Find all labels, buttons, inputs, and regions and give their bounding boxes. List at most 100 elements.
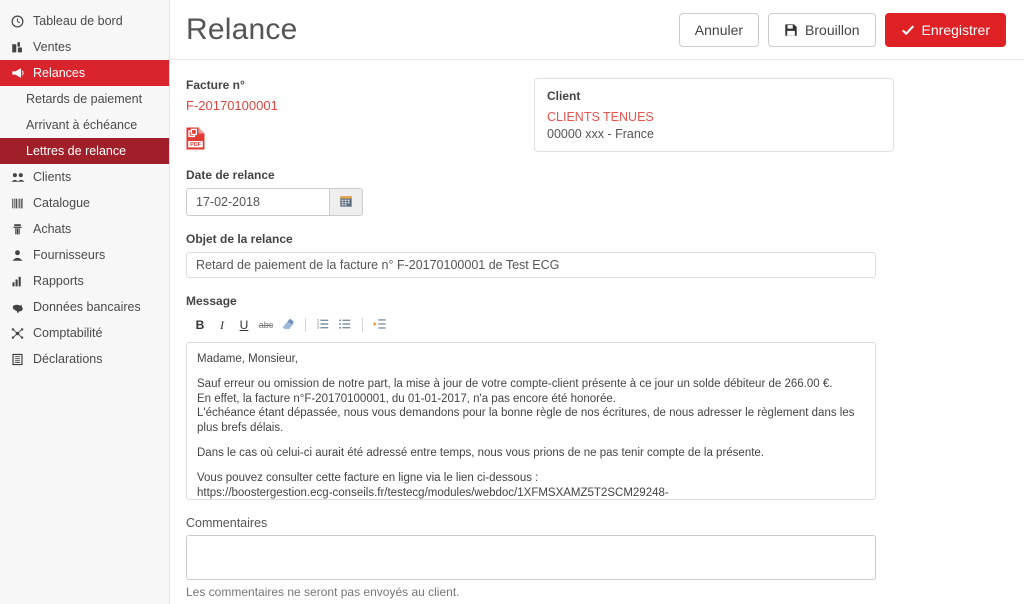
sidebar-item-catalogue[interactable]: Catalogue xyxy=(0,190,169,216)
users-icon xyxy=(10,171,25,184)
client-card-title: Client xyxy=(547,89,581,103)
sidebar-subitem-label: Lettres de relance xyxy=(26,144,127,158)
comments-hint: Les commentaires ne seront pas envoyés a… xyxy=(186,585,460,599)
cart-icon xyxy=(10,223,25,236)
megaphone-icon xyxy=(10,66,25,80)
comments-field-group: Commentaires Les commentaires ne seront … xyxy=(186,516,1006,599)
underline-button[interactable]: U xyxy=(234,315,254,335)
editor-toolbar: B I U abc 123 xyxy=(186,314,876,336)
piggy-bank-icon xyxy=(10,301,25,314)
message-label: Message xyxy=(186,294,237,308)
sitemap-icon xyxy=(10,327,25,340)
calendar-icon-button[interactable] xyxy=(330,188,363,216)
content: Facture n° F-20170100001 PDF Client CLIE… xyxy=(170,60,1024,599)
sidebar-item-tableau-de-bord[interactable]: Tableau de bord xyxy=(0,8,169,34)
message-paragraph: En effet, la facture n°F-20170100001, du… xyxy=(197,392,616,405)
pdf-file-icon[interactable]: PDF xyxy=(186,127,205,150)
date-label: Date de relance xyxy=(186,168,275,182)
date-input-group: 17-02-2018 xyxy=(186,188,363,216)
cancel-button-label: Annuler xyxy=(694,21,744,38)
sidebar-item-donnees-bancaires[interactable]: Données bancaires xyxy=(0,294,169,320)
dashboard-icon xyxy=(10,15,25,28)
sidebar-item-relances[interactable]: Relances xyxy=(0,60,169,86)
save-disk-icon xyxy=(784,23,798,37)
date-input[interactable]: 17-02-2018 xyxy=(186,188,330,216)
sidebar-item-fournisseurs[interactable]: Fournisseurs xyxy=(0,242,169,268)
sidebar-item-label: Fournisseurs xyxy=(33,248,106,262)
subject-label: Objet de la relance xyxy=(186,232,293,246)
eraser-icon xyxy=(281,317,295,334)
ordered-list-button[interactable]: 123 xyxy=(313,315,333,335)
app-root: Tableau de bord Ventes Relances Retards … xyxy=(0,0,1024,604)
sidebar-item-rapports[interactable]: Rapports xyxy=(0,268,169,294)
save-button[interactable]: Enregistrer xyxy=(884,12,1006,47)
ordered-list-icon: 123 xyxy=(316,317,330,334)
message-body[interactable]: Madame, Monsieur, Sauf erreur ou omissio… xyxy=(186,342,876,500)
sidebar-item-declarations[interactable]: Déclarations xyxy=(0,346,169,372)
sidebar-item-achats[interactable]: Achats xyxy=(0,216,169,242)
sidebar-subitem-label: Arrivant à échéance xyxy=(26,118,138,132)
subject-field-group: Objet de la relance Retard de paiement d… xyxy=(186,232,1006,278)
unordered-list-icon xyxy=(338,317,352,334)
remove-format-button[interactable] xyxy=(278,315,298,335)
message-editor: B I U abc 123 Madame, Monsieur, Sauf err… xyxy=(186,314,876,500)
strikethrough-button[interactable]: abc xyxy=(256,315,276,335)
subject-input[interactable]: Retard de paiement de la facture n° F-20… xyxy=(186,252,876,278)
indent-icon xyxy=(373,317,387,334)
client-name-link[interactable]: CLIENTS TENUES xyxy=(547,110,881,124)
top-bar: Relance Annuler Brouillon Enregistrer xyxy=(170,0,1024,60)
sidebar-item-comptabilite[interactable]: Comptabilité xyxy=(0,320,169,346)
sidebar-item-label: Catalogue xyxy=(33,196,90,210)
sidebar-item-label: Relances xyxy=(33,66,86,80)
message-paragraph: L'échéance étant dépassée, nous vous dem… xyxy=(197,407,855,434)
svg-text:PDF: PDF xyxy=(190,142,201,148)
client-address: 00000 xxx - France xyxy=(547,127,654,141)
sidebar-subitem-lettres-de-relance[interactable]: Lettres de relance xyxy=(0,138,169,164)
calendar-icon xyxy=(339,194,353,211)
top-bar-actions: Annuler Brouillon Enregistrer xyxy=(678,12,1006,47)
sidebar-subitem-label: Retards de paiement xyxy=(26,92,143,106)
sidebar-item-label: Tableau de bord xyxy=(33,14,123,28)
comments-textarea[interactable] xyxy=(186,535,876,580)
cancel-button[interactable]: Annuler xyxy=(678,12,760,47)
message-field-group: Message B I U abc 1 2 3 Madame, Monsieur… xyxy=(186,294,1006,500)
sidebar-item-label: Achats xyxy=(33,222,72,236)
check-icon xyxy=(901,23,915,37)
save-button-label: Enregistrer xyxy=(921,21,990,38)
draft-button-label: Brouillon xyxy=(805,21,860,38)
sidebar-item-clients[interactable]: Clients xyxy=(0,164,169,190)
message-paragraph: Dans le cas où celui-ci aurait été adres… xyxy=(197,446,765,459)
toolbar-separator xyxy=(305,318,306,332)
sidebar-item-label: Comptabilité xyxy=(33,326,103,340)
book-icon xyxy=(10,353,25,366)
message-paragraph: Sauf erreur ou omission de notre part, l… xyxy=(197,378,833,391)
sidebar: Tableau de bord Ventes Relances Retards … xyxy=(0,0,170,604)
sidebar-item-ventes[interactable]: Ventes xyxy=(0,34,169,60)
toolbar-separator xyxy=(362,318,363,332)
draft-button[interactable]: Brouillon xyxy=(768,12,876,47)
indent-button[interactable] xyxy=(370,315,390,335)
sidebar-item-label: Clients xyxy=(33,170,72,184)
sidebar-subitem-retards-de-paiement[interactable]: Retards de paiement xyxy=(0,86,169,112)
page-title: Relance xyxy=(186,12,298,46)
main-area: Relance Annuler Brouillon Enregistrer Fa… xyxy=(170,0,1024,604)
svg-text:3: 3 xyxy=(317,325,319,329)
italic-button[interactable]: I xyxy=(212,315,232,335)
user-icon xyxy=(10,249,25,262)
sidebar-item-label: Données bancaires xyxy=(33,300,141,314)
bar-chart-icon xyxy=(10,275,25,288)
invoice-block: Facture n° F-20170100001 PDF xyxy=(186,78,516,150)
bold-button[interactable]: B xyxy=(190,315,210,335)
sales-icon xyxy=(10,41,25,54)
message-paragraph: Madame, Monsieur, xyxy=(197,353,298,365)
barcode-icon xyxy=(10,197,25,210)
sidebar-subitem-arrivant-a-echeance[interactable]: Arrivant à échéance xyxy=(0,112,169,138)
comments-label: Commentaires xyxy=(186,516,268,530)
date-field-group: Date de relance 17-02-2018 xyxy=(186,168,1006,216)
invoice-client-row: Facture n° F-20170100001 PDF Client CLIE… xyxy=(186,78,1006,152)
invoice-number-link[interactable]: F-20170100001 xyxy=(186,98,516,113)
invoice-label: Facture n° xyxy=(186,78,245,92)
message-link: https://boostergestion.ecg-conseils.fr/t… xyxy=(197,486,669,499)
message-paragraph: Vous pouvez consulter cette facture en l… xyxy=(197,472,539,485)
unordered-list-button[interactable] xyxy=(335,315,355,335)
